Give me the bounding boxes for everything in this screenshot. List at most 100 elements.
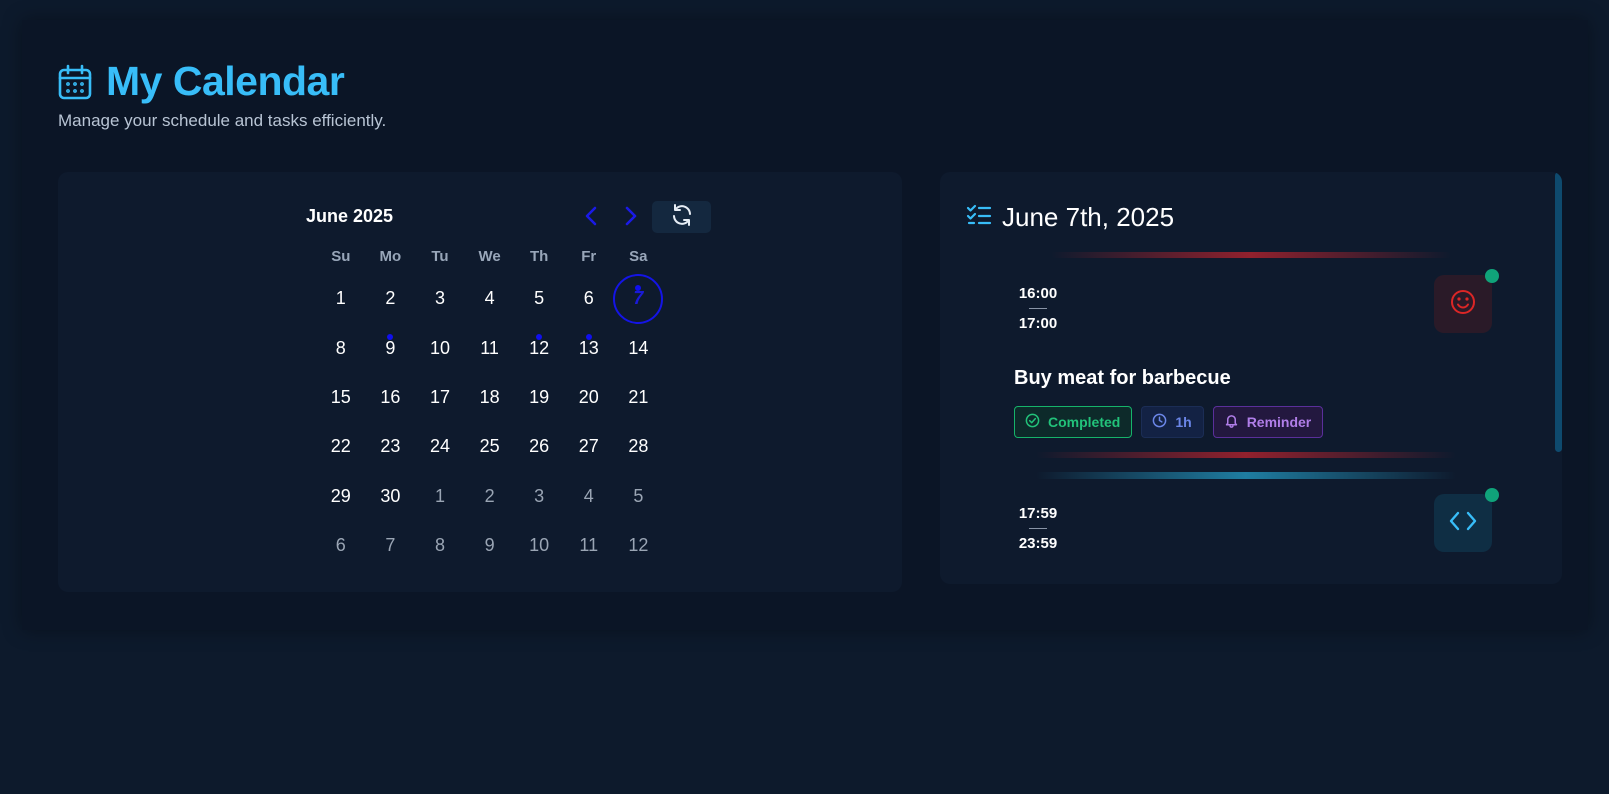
calendar-day-number: 17 bbox=[429, 386, 450, 407]
calendar-day-number: 28 bbox=[628, 436, 649, 457]
calendar-day-number: 11 bbox=[480, 337, 499, 358]
schedule-date-title: June 7th, 2025 bbox=[1002, 202, 1175, 232]
calendar-day-number: 12 bbox=[529, 337, 550, 358]
calendar-day[interactable]: 28 bbox=[614, 422, 664, 471]
weekday-label: Su bbox=[331, 248, 351, 265]
calendar-day[interactable]: 10 bbox=[514, 521, 564, 570]
weekday-label: We bbox=[478, 248, 501, 265]
calendar-day[interactable]: 2 bbox=[366, 274, 416, 323]
calendar-day-number: 8 bbox=[434, 535, 445, 556]
calendar-week-row: 29 30 1 2 3 4 5 bbox=[316, 472, 664, 521]
calendar-day[interactable]: 2 bbox=[465, 472, 515, 521]
calendar-day[interactable]: 23 bbox=[366, 422, 416, 471]
calendar-day[interactable]: 3 bbox=[415, 274, 465, 323]
selected-day-ring bbox=[613, 273, 664, 324]
event-card[interactable]: 17:59 23:59 bbox=[966, 472, 1532, 584]
calendar-day[interactable]: 25 bbox=[465, 422, 515, 471]
time-separator bbox=[1029, 308, 1047, 309]
weekday-label: Tu bbox=[431, 248, 449, 265]
calendar-day[interactable]: 7 bbox=[366, 521, 416, 570]
event-indicator-dot bbox=[387, 334, 394, 341]
calendar-day[interactable]: 6 bbox=[316, 521, 366, 570]
calendar-card: June 2025 Su Mo Tu We Th Fr Sa 1 2 3 4 5 6 7 8 9 10 11 12… bbox=[58, 172, 902, 592]
event-start-time: 16:00 bbox=[1018, 285, 1058, 302]
calendar-day[interactable]: 21 bbox=[614, 373, 664, 422]
calendar-day[interactable]: 22 bbox=[316, 422, 366, 471]
calendar-day-number: 1 bbox=[434, 485, 445, 506]
calendar-day-number: 2 bbox=[484, 485, 495, 506]
calendar-day-number: 2 bbox=[385, 288, 396, 309]
event-end-time: 17:00 bbox=[1018, 315, 1058, 332]
page-header: My Calendar Manage your schedule and tas… bbox=[58, 58, 386, 131]
event-tags: Completed 1h Reminder bbox=[1014, 406, 1324, 438]
calendar-header: June 2025 bbox=[306, 201, 711, 234]
calendar-day[interactable]: 8 bbox=[316, 323, 366, 372]
calendar-day[interactable]: 19 bbox=[514, 373, 564, 422]
calendar-day[interactable]: 5 bbox=[514, 274, 564, 323]
calendar-day[interactable]: 12 bbox=[514, 323, 564, 372]
calendar-day-number: 14 bbox=[628, 337, 649, 358]
calendar-day[interactable]: 15 bbox=[316, 373, 366, 422]
calendar-day[interactable]: 12 bbox=[614, 521, 664, 570]
calendar-day-number: 9 bbox=[484, 535, 495, 556]
calendar-day[interactable]: 1 bbox=[415, 472, 465, 521]
calendar-day[interactable]: 27 bbox=[564, 422, 614, 471]
reminder-tag-label: Reminder bbox=[1246, 414, 1312, 430]
time-separator bbox=[1029, 528, 1047, 529]
duration-tag-label: 1h bbox=[1175, 414, 1192, 430]
status-dot bbox=[1485, 488, 1499, 502]
calendar-day[interactable]: 11 bbox=[564, 521, 614, 570]
refresh-button[interactable] bbox=[652, 201, 711, 233]
calendar-day-number: 13 bbox=[578, 337, 599, 358]
calendar-day[interactable]: 10 bbox=[415, 323, 465, 372]
calendar-day[interactable]: 4 bbox=[465, 274, 515, 323]
event-glow-bottom bbox=[1036, 452, 1456, 458]
chevron-right-icon bbox=[624, 205, 638, 232]
weekday-label: Fr bbox=[581, 248, 597, 265]
calendar-day[interactable]: 9 bbox=[366, 323, 416, 372]
event-glow bbox=[1051, 252, 1451, 258]
event-card[interactable]: 16:00 17:00 Buy meat for barbecue Comple… bbox=[966, 252, 1532, 462]
calendar-day[interactable]: 8 bbox=[415, 521, 465, 570]
title-row: My Calendar bbox=[58, 58, 386, 105]
calendar-day[interactable]: 3 bbox=[514, 472, 564, 521]
calendar-day[interactable]: 20 bbox=[564, 373, 614, 422]
calendar-day[interactable]: 1 bbox=[316, 274, 366, 323]
calendar-day[interactable]: 5 bbox=[614, 472, 664, 521]
calendar-day[interactable]: 24 bbox=[415, 422, 465, 471]
calendar-day[interactable]: 18 bbox=[465, 373, 515, 422]
scrollbar[interactable] bbox=[1555, 172, 1562, 452]
calendar-day[interactable]: 26 bbox=[514, 422, 564, 471]
calendar-day-number: 4 bbox=[583, 485, 594, 506]
calendar-day[interactable]: 14 bbox=[614, 323, 664, 372]
calendar-day[interactable]: 9 bbox=[465, 521, 515, 570]
completed-tag: Completed bbox=[1014, 406, 1133, 438]
calendar-day-number: 10 bbox=[529, 535, 550, 556]
calendar-week-row: 15 16 17 18 19 20 21 bbox=[316, 373, 664, 422]
calendar-grid: 1 2 3 4 5 6 7 8 9 10 11 12 13 14 15 16 17 18 19 20 21 22 23 24 2… bbox=[316, 273, 664, 570]
calendar-week-row: 1 2 3 4 5 67 bbox=[316, 273, 664, 324]
calendar-day[interactable]: 16 bbox=[366, 373, 416, 422]
code-icon bbox=[1449, 510, 1477, 537]
calendar-day[interactable]: 13 bbox=[564, 323, 614, 372]
prev-month-button[interactable] bbox=[576, 202, 606, 234]
calendar-day[interactable]: 11 bbox=[465, 323, 515, 372]
calendar-day-number: 4 bbox=[484, 288, 495, 309]
calendar-day-number: 21 bbox=[628, 386, 649, 407]
calendar-day[interactable]: 30 bbox=[366, 472, 416, 521]
calendar-day-selected[interactable]: 7 bbox=[613, 273, 664, 324]
calendar-icon bbox=[58, 63, 92, 101]
calendar-day[interactable]: 29 bbox=[316, 472, 366, 521]
duration-tag: 1h bbox=[1141, 406, 1204, 438]
event-time-range: 16:00 17:00 bbox=[1008, 285, 1068, 332]
calendar-week-row: 8 9 10 11 12 13 14 bbox=[316, 323, 664, 372]
next-month-button[interactable] bbox=[616, 202, 646, 234]
weekday-label: Sa bbox=[629, 248, 648, 265]
calendar-day-number: 9 bbox=[385, 337, 396, 358]
calendar-day[interactable]: 17 bbox=[415, 373, 465, 422]
calendar-day-number: 18 bbox=[479, 386, 500, 407]
calendar-day[interactable]: 6 bbox=[564, 274, 614, 323]
calendar-day[interactable]: 4 bbox=[564, 472, 614, 521]
calendar-day-number: 16 bbox=[380, 386, 401, 407]
calendar-day-number: 6 bbox=[583, 288, 594, 309]
